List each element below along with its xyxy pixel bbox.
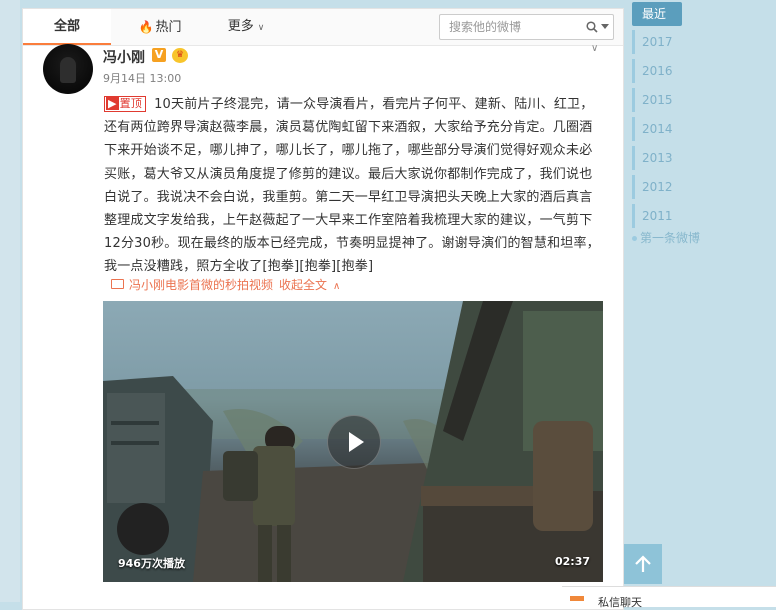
timeline-first-post[interactable]: 第一条微博 <box>632 229 700 246</box>
tab-all[interactable]: 全部 <box>23 9 111 45</box>
post-text: ▶ 置顶 10天前片子终混完，请一众导演看片，看完片子何平、建新、陆川、红卫，还有两… <box>104 93 602 279</box>
arrow-up-icon <box>635 555 651 572</box>
timeline-latest[interactable]: 最近 <box>632 2 682 26</box>
tab-hot-label: 热门 <box>155 20 182 35</box>
timeline-year[interactable]: 2016 <box>632 59 692 83</box>
timeline-year[interactable]: 2013 <box>632 146 692 170</box>
verified-badge-icon: V <box>152 48 166 62</box>
search-icon[interactable] <box>586 21 598 33</box>
post-body: 10天前片子终混完，请一众导演看片，看完片子何平、建新、陆川、红卫，还有两位跨界… <box>104 97 600 275</box>
timeline-year[interactable]: 2012 <box>632 175 692 199</box>
video-source-link[interactable]: 冯小刚电影首微的秒拍视频 <box>129 278 273 292</box>
weibo-feed-card: 全部 🔥 热门 更多 ∨ 搜索他的微博 冯小刚 V ♛ ∨ 9月14日 13:00 … <box>22 8 624 610</box>
tab-hot[interactable]: 🔥 热门 <box>125 9 195 45</box>
play-button[interactable] <box>327 415 381 469</box>
chat-widget[interactable]: 私信聊天 <box>562 586 776 609</box>
chat-icon <box>570 596 584 601</box>
timeline-year[interactable]: 2017 <box>632 30 692 54</box>
feed-tabs: 全部 🔥 热门 更多 ∨ 搜索他的微博 <box>23 9 623 46</box>
chevron-down-icon: ∨ <box>257 23 265 33</box>
timeline-year[interactable]: 2014 <box>632 117 692 141</box>
timeline-first-label: 第一条微博 <box>640 231 701 245</box>
tab-more-label: 更多 <box>227 19 254 34</box>
search-dropdown-icon[interactable] <box>601 24 609 29</box>
pinned-badge: ▶ 置顶 <box>104 96 147 112</box>
username[interactable]: 冯小刚 <box>103 47 145 67</box>
video-icon <box>111 279 124 289</box>
timeline-year[interactable]: 2011 <box>632 204 692 228</box>
search-input[interactable]: 搜索他的微博 <box>449 15 521 39</box>
tab-more[interactable]: 更多 ∨ <box>211 9 281 45</box>
flag-icon: ▶ <box>106 97 119 110</box>
pinned-label: 置顶 <box>119 97 143 110</box>
back-to-top-button[interactable] <box>624 544 662 584</box>
left-background-strip <box>0 0 20 602</box>
post-menu-chevron-icon[interactable]: ∨ <box>591 43 598 54</box>
timeline-year[interactable]: 2015 <box>632 88 692 112</box>
avatar[interactable] <box>43 44 93 94</box>
dot-icon <box>632 236 637 241</box>
chevron-up-icon[interactable]: ∧ <box>333 281 340 292</box>
collapse-link[interactable]: 收起全文 <box>279 278 327 292</box>
year-timeline: 最近 2017 2016 2015 2014 2013 2012 2011 20… <box>632 0 776 602</box>
video-link-row: 冯小刚电影首微的秒拍视频 收起全文 ∧ <box>111 276 340 293</box>
member-crown-icon: ♛ <box>172 48 188 63</box>
video-player[interactable]: 946万次播放 02:37 <box>103 301 603 582</box>
video-duration: 02:37 <box>555 555 591 568</box>
fire-icon: 🔥 <box>138 20 154 34</box>
video-play-count: 946万次播放 <box>118 557 185 570</box>
post-timestamp[interactable]: 9月14日 13:00 <box>103 70 181 86</box>
search-box[interactable]: 搜索他的微博 <box>439 14 614 40</box>
chat-widget-label: 私信聊天 <box>598 596 642 609</box>
